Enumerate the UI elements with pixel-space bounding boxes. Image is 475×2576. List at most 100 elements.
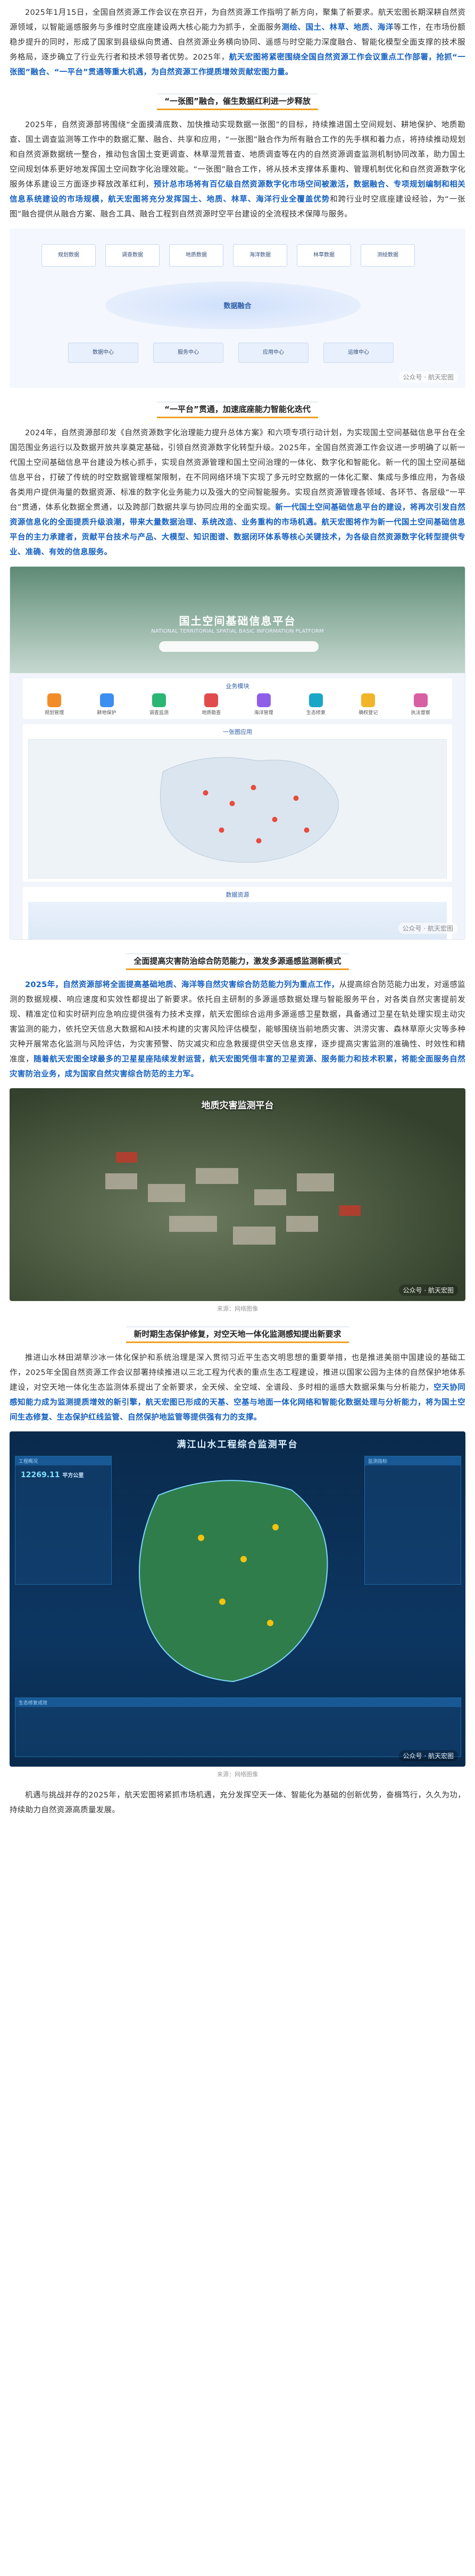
section-title: “一张图”融合，催生数据红利进一步释放 [10,94,465,110]
map-marker [293,796,299,801]
building [297,1173,334,1191]
paragraph-closing: 机遇与挑战并存的2025年，航天宏图将紧抓市场机遇，充分发挥空天一体、智能化为基… [10,1791,465,1815]
monitor-title: 满江山水工程综合监测平台 [177,1439,298,1450]
map-marker [304,827,310,833]
service-label: 海洋管理 [254,710,273,716]
services-row: 规划管理 耕地保护 调查监测 地质勘查 海洋管理 生态修复 确权登记 执法督察 [28,693,447,716]
section-title: “一平台”贯通，加速底座能力智能化迭代 [10,402,465,418]
data-head: 数据资源 [226,891,249,898]
panel-header: 工程概况 [15,1456,111,1465]
service-item: 耕地保护 [88,693,126,716]
service-item: 确权登记 [349,693,387,716]
service-item: 规划管理 [36,693,73,716]
service-icon [309,693,323,707]
region-marker [240,1556,247,1562]
text: 从提高综合防范能力出发，对遥感监测的数据规模、响应速度和实效性都提出了新要求。依… [10,981,465,1064]
figure-caption: 来源：网络图像 [217,1771,258,1778]
service-item: 地质勘查 [193,693,230,716]
building [105,1173,137,1189]
paragraph-one-platform: 2024年，自然资源部印发《自然资源数字化治理能力提升总体方案》和六项专项行动计… [10,426,465,560]
paragraph-disaster: 2025年，自然资源部将全面提高基础地质、海洋等自然灾害综合防范能力列为重点工作… [10,978,465,1082]
watermark: 公众号 · 航天宏图 [398,371,458,383]
service-icon [256,693,271,707]
platform-subtitle: NATIONAL TERRITORIAL SPATIAL BASIC INFOR… [151,628,324,634]
section-title-text: 新时期生态保护修复，对空天地一体化监测感知提出新要求 [126,1327,349,1343]
service-icon [47,693,62,707]
diagram-box: 规划数据 [41,244,96,267]
section-title: 全面提高灾害防治综合防范能力，激发多源遥感监测新模式 [10,954,465,970]
service-icon [152,693,166,707]
building [196,1168,238,1184]
diagram-box: 林草数据 [297,244,351,267]
diagram-box: 海洋数据 [233,244,287,267]
services-head: 业务模块 [226,683,249,690]
stat: 12269.11 平方公里 [15,1465,111,1485]
paragraph-one-map: 2025年，自然资源部将围绕“全面摸清底数、加快推动实现数据一张图”的目标，持续… [10,118,465,222]
region-shape [139,1480,328,1683]
section-title: 新时期生态保护修复，对空天地一体化监测感知提出新要求 [10,1327,465,1343]
diagram-box: 调查数据 [105,244,160,267]
map-marker [219,827,224,833]
building [254,1189,286,1205]
building [286,1216,318,1232]
region-marker [219,1598,226,1605]
platform-services: 业务模块 规划管理 耕地保护 调查监测 地质勘查 海洋管理 生态修复 确权登记 … [23,678,452,719]
china-map [28,739,447,879]
diagram-box: 地质数据 [169,244,223,267]
service-icon [361,693,376,707]
service-item: 生态修复 [297,693,335,716]
aerial-photo: 地质灾害监测平台 公众号 · 航天宏图 [10,1088,465,1301]
watermark: 公众号 · 航天宏图 [398,923,457,934]
building [233,1227,276,1245]
data-fusion-diagram: 规划数据 调查数据 地质数据 海洋数据 林草数据 测绘数据 数据融合 数据中心 … [10,228,465,388]
text: 2025年，自然资源部将围绕“全面摸清底数、加快推动实现数据一张图”的目标，持续… [10,121,465,189]
building-roof [116,1152,137,1163]
paragraph-ecology: 推进山水林田湖草沙冰一体化保护和系统治理是深入贯彻习近平生态文明思想的重要举措，… [10,1351,465,1425]
text: 推进山水林田湖草沙冰一体化保护和系统治理是深入贯彻习近平生态文明思想的重要举措，… [10,1354,465,1392]
text: 2024年，自然资源部印发《自然资源数字化治理能力提升总体方案》和六项专项行动计… [10,429,465,512]
platform-map-section: 一张图应用 [23,724,452,882]
map-marker [251,785,256,790]
left-panel: 工程概况 12269.11 平方公里 [15,1456,112,1585]
building [148,1184,185,1202]
building-roof [339,1205,361,1216]
highlight-text: 2025年，自然资源部将全面提高基础地质、海洋等自然灾害综合防范能力列为重点工作… [25,981,339,989]
service-item: 执法督察 [402,693,439,716]
platform-screenshot: 国土空间基础信息平台 NATIONAL TERRITORIAL SPATIAL … [10,566,465,940]
map-landmass [160,757,339,863]
stat-unit: 平方公里 [62,1473,84,1479]
service-item: 调查监测 [140,693,178,716]
region-map [139,1480,328,1683]
diagram-center-label: 数据融合 [223,302,252,310]
platform-title: 国土空间基础信息平台 [179,615,296,627]
article: 2025年1月15日，全国自然资源工作会议在京召开，为自然资源工作指明了新方向，… [0,0,475,1840]
platform-banner: 国土空间基础信息平台 NATIONAL TERRITORIAL SPATIAL … [10,567,465,673]
section-title-text: “一平台”贯通，加速底座能力智能化迭代 [157,402,318,418]
building [169,1216,217,1232]
service-label: 规划管理 [45,710,64,716]
map-marker [256,838,262,843]
stat-value: 12269.11 [21,1471,60,1479]
diagram-box: 测绘数据 [361,244,415,267]
watermark: 公众号 · 航天宏图 [398,1750,458,1761]
diagram-box: 服务中心 [153,343,223,363]
region-marker [267,1620,273,1626]
watermark: 公众号 · 航天宏图 [398,1285,458,1296]
diagram-box: 运维中心 [323,343,394,363]
service-label: 执法督察 [411,710,430,716]
bottom-panel: 生态修复成效 [15,1697,461,1757]
service-label: 确权登记 [359,710,378,716]
section-title-text: “一张图”融合，催生数据红利进一步释放 [157,94,318,110]
service-label: 耕地保护 [97,710,116,716]
region-marker [272,1524,279,1530]
paragraph-intro: 2025年1月15日，全国自然资源工作会议在京召开，为自然资源工作指明了新方向，… [10,5,465,80]
service-label: 生态修复 [306,710,326,716]
diagram-box: 数据中心 [68,343,138,363]
service-icon [99,693,114,707]
service-item: 海洋管理 [245,693,282,716]
platform-search-bar [159,641,319,652]
right-panel: 监测指标 [364,1456,461,1585]
map-svg [160,757,339,863]
highlight-text: 测绘、国土、林草、地质、海洋 [281,23,394,32]
figure-caption: 来源：网络图像 [217,1305,258,1312]
